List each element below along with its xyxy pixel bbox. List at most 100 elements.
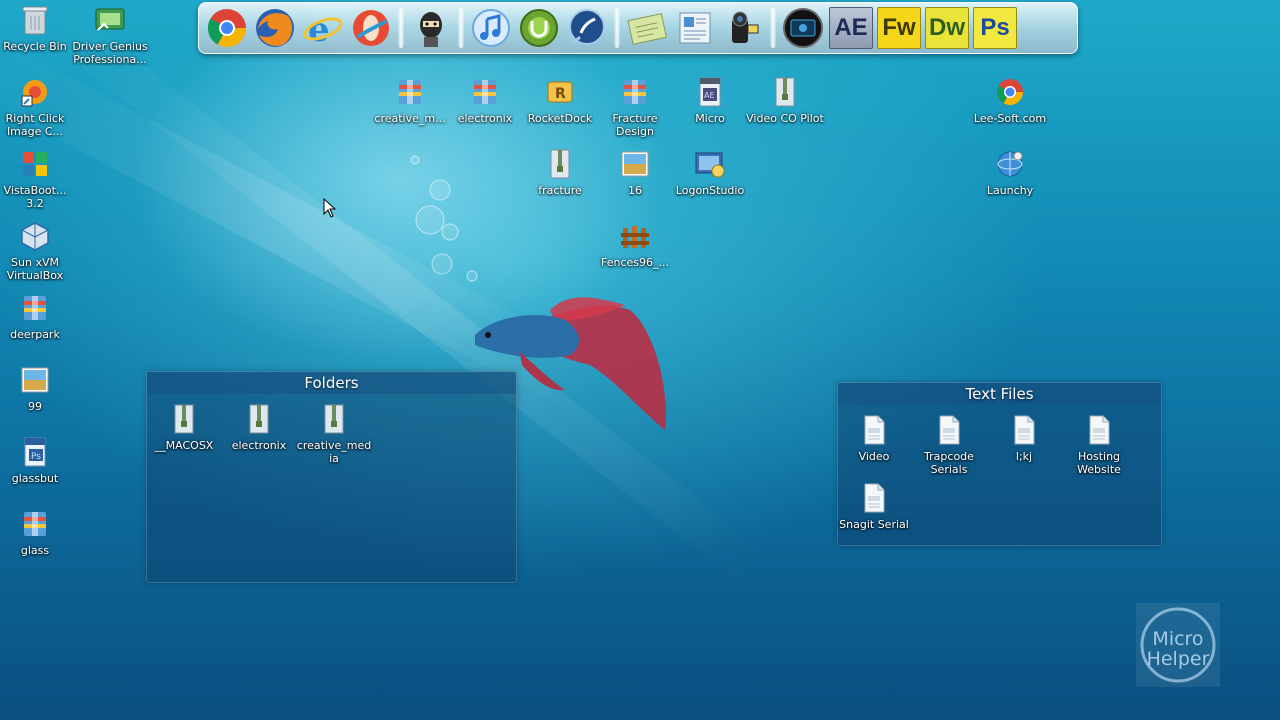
dock-item-media-center[interactable]	[781, 6, 825, 50]
fence-item[interactable]: Video	[834, 413, 914, 463]
dock-item-notes[interactable]	[625, 6, 669, 50]
archive-icon	[18, 291, 52, 325]
desktop-icon-creative-media[interactable]: creative_m...	[370, 75, 450, 125]
zip-folder-icon	[317, 402, 351, 436]
image-file-icon	[618, 147, 652, 181]
dock-separator	[770, 8, 776, 48]
desktop-icon-deerpark[interactable]: deerpark	[0, 291, 75, 341]
desktop-icon-lee-soft[interactable]: Lee-Soft.com	[970, 75, 1050, 125]
desktop-icon-virtualbox[interactable]: Sun xVM VirtualBox	[0, 219, 75, 282]
desktop-icon-fracture[interactable]: fracture	[520, 147, 600, 197]
fence-item[interactable]: Hosting Website	[1059, 413, 1139, 476]
launchy-icon	[993, 147, 1027, 181]
desktop-icon-glassbut[interactable]: Ps glassbut	[0, 435, 75, 485]
desktop-icon-right-click-image[interactable]: Right Click Image C...	[0, 75, 75, 138]
dock-separator	[398, 8, 404, 48]
desktop-icon-glass[interactable]: glass	[0, 507, 75, 557]
fence-item-label: Hosting Website	[1077, 450, 1121, 476]
desktop-icon-16[interactable]: 16	[595, 147, 675, 197]
fence-item[interactable]: l;kj	[984, 413, 1064, 463]
zip-folder-icon	[242, 402, 276, 436]
logonstudio-icon	[693, 147, 727, 181]
dock-item-itunes[interactable]	[469, 6, 513, 50]
fence-item-label: Snagit Serial	[839, 518, 909, 531]
dock-item-after-effects[interactable]: AE	[829, 7, 873, 49]
dock-item-chrome[interactable]	[205, 6, 249, 50]
dock-item-photoshop[interactable]: Ps	[973, 7, 1017, 49]
watermark-line1: Micro	[1152, 628, 1203, 650]
txt-file-icon	[857, 481, 891, 515]
desktop-icon-label: Micro	[695, 112, 725, 125]
desktop-icon-video-co-pilot[interactable]: Video CO Pilot	[745, 75, 825, 125]
aep-file-icon: AE	[693, 75, 727, 109]
desktop-icon-micro[interactable]: AE Micro	[670, 75, 750, 125]
desktop-icon-99[interactable]: 99	[0, 363, 75, 413]
dock-item-utorrent[interactable]	[517, 6, 561, 50]
utorrent-icon	[520, 9, 558, 47]
desktop-icon-driver-genius[interactable]: Driver Genius Professiona...	[70, 3, 150, 66]
fence-item[interactable]: __MACOSX	[144, 402, 224, 452]
desktop-icon-label: electronix	[457, 112, 513, 125]
fence-item[interactable]: creative_med ia	[294, 402, 374, 465]
zip-folder-icon	[167, 402, 201, 436]
desktop-icon-electronix[interactable]: electronix	[445, 75, 525, 125]
desktop-icon-label: glass	[20, 544, 50, 557]
desktop-icon-label: Right Click Image C...	[5, 112, 65, 138]
fence-title: Folders	[147, 372, 516, 394]
dock-item-fireworks[interactable]: Fw	[877, 7, 921, 49]
dock-item-internet-explorer[interactable]: e	[301, 6, 345, 50]
desktop-icon-label: RocketDock	[527, 112, 593, 125]
dreamweaver-icon: Dw	[929, 14, 965, 41]
right-click-image-icon	[18, 75, 52, 109]
chrome-shortcut-icon	[993, 75, 1027, 109]
desktop-icon-rocketdock[interactable]: R RocketDock	[520, 75, 600, 125]
txt-file-icon	[1082, 413, 1116, 447]
fence-title: Text Files	[838, 383, 1161, 405]
dock-separator	[458, 8, 464, 48]
dock-item-opera[interactable]	[349, 6, 393, 50]
fence-item[interactable]: Snagit Serial	[834, 481, 914, 531]
svg-text:AE: AE	[704, 91, 715, 100]
rocketdock-icon: R	[543, 75, 577, 109]
desktop-icon-launchy[interactable]: Launchy	[970, 147, 1050, 197]
desktop-icon-vistaboot[interactable]: VistaBoot... 3.2	[0, 147, 75, 210]
fence-item-label: Video	[858, 450, 890, 463]
fence-text-files[interactable]: Text Files Video Trapcode Serials l;kj H…	[837, 382, 1162, 546]
notes-icon	[627, 13, 667, 45]
itunes-icon	[472, 9, 510, 47]
svg-text:Ps: Ps	[31, 452, 41, 462]
desktop-icon-label: 99	[28, 400, 42, 413]
dock-item-dreamweaver[interactable]: Dw	[925, 7, 969, 49]
desktop-icon-logonstudio[interactable]: LogonStudio	[670, 147, 750, 197]
fence-item-label: creative_med ia	[296, 439, 372, 465]
fence-item-label: electronix	[231, 439, 287, 452]
fence-item[interactable]: electronix	[219, 402, 299, 452]
txt-file-icon	[1007, 413, 1041, 447]
desktop-icon-recycle-bin[interactable]: Recycle Bin	[0, 3, 75, 53]
fence-item-label: __MACOSX	[154, 439, 214, 452]
desktop-icon-label: VistaBoot... 3.2	[3, 184, 67, 210]
rocketdock-bar: e AE Fw Dw Ps	[198, 2, 1078, 54]
desktop-icon-fences[interactable]: Fences96_...	[595, 219, 675, 269]
fence-folders[interactable]: Folders __MACOSX electronix creative_med…	[146, 371, 517, 583]
dock-separator	[614, 8, 620, 48]
desktop-icon-label: Lee-Soft.com	[973, 112, 1047, 125]
dock-item-firefox[interactable]	[253, 6, 297, 50]
dock-item-video-camera[interactable]	[721, 6, 765, 50]
archive-icon	[393, 75, 427, 109]
dock-item-documents[interactable]	[673, 6, 717, 50]
desktop-icon-label: Video CO Pilot	[746, 112, 824, 125]
txt-file-icon	[932, 413, 966, 447]
archive-icon	[18, 507, 52, 541]
desktop-icon-label: Fracture Design	[612, 112, 658, 138]
desktop-icon-label: Recycle Bin	[3, 40, 67, 53]
fence-item[interactable]: Trapcode Serials	[909, 413, 989, 476]
firefox-icon	[256, 9, 294, 47]
desktop-icon-label: Fences96_...	[601, 256, 669, 269]
quicktime-icon	[569, 9, 605, 45]
driver-genius-icon	[93, 3, 127, 37]
dock-item-quicktime[interactable]	[565, 6, 609, 50]
dock-item-ninja[interactable]	[409, 6, 453, 50]
archive-icon	[618, 75, 652, 109]
desktop-icon-fracture-design[interactable]: Fracture Design	[595, 75, 675, 138]
